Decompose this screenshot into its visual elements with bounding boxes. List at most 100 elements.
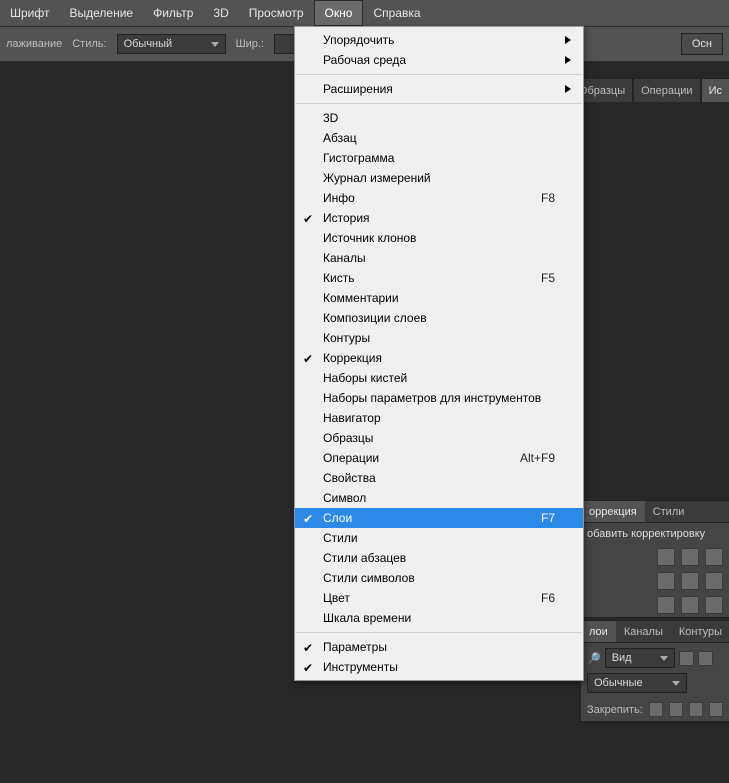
menu-item-история[interactable]: ✔ История — [295, 208, 583, 228]
style-select[interactable]: Обычный — [117, 34, 226, 54]
menu-item-label: Комментарии — [323, 291, 555, 305]
layer-filter-select[interactable]: Вид — [605, 648, 675, 668]
adjust-exposure-icon[interactable] — [657, 572, 675, 590]
panel-layers: лои Каналы Контуры 🔎 Вид Обычные Закрепи… — [580, 620, 729, 722]
menu-item-цвет[interactable]: ЦветF6 — [295, 588, 583, 608]
lock-transparency-icon[interactable] — [649, 702, 663, 717]
menu-item-label: Композиции слоев — [323, 311, 555, 325]
menu-item-label: Наборы кистей — [323, 371, 555, 385]
menu-item-label: Инструменты — [323, 660, 555, 674]
menu-item-образцы[interactable]: Образцы — [295, 428, 583, 448]
adjust-curves-icon[interactable] — [705, 548, 723, 566]
menu-filter[interactable]: Фильтр — [143, 0, 203, 26]
adjust-vibrance-icon[interactable] — [681, 572, 699, 590]
menu-item-label: Свойства — [323, 471, 555, 485]
menu-item-shortcut: Alt+F9 — [520, 451, 555, 465]
menu-item-label: Образцы — [323, 431, 555, 445]
menu-item-label: Кисть — [323, 271, 541, 285]
menu-item-комментарии[interactable]: Комментарии — [295, 288, 583, 308]
tab-paths[interactable]: Контуры — [671, 621, 729, 642]
menu-item-контуры[interactable]: Контуры — [295, 328, 583, 348]
menu-item-рабочая-среда[interactable]: Рабочая среда — [295, 50, 583, 70]
filter-adjust-icon[interactable] — [698, 651, 713, 666]
menu-item-label: Расширения — [323, 82, 555, 96]
menu-3d[interactable]: 3D — [203, 0, 238, 26]
adjust-brightness-icon[interactable] — [657, 548, 675, 566]
adjust-photofilter-icon[interactable] — [681, 596, 699, 614]
submenu-arrow-icon — [565, 36, 571, 44]
blend-mode-select[interactable]: Обычные — [587, 673, 687, 693]
tab-styles[interactable]: Стили — [645, 501, 693, 522]
menu-select[interactable]: Выделение — [59, 0, 143, 26]
tab-adjustments[interactable]: оррекция — [581, 501, 645, 522]
menu-item-label: Упорядочить — [323, 33, 555, 47]
tab-actions[interactable]: Операции — [633, 78, 700, 102]
chevron-down-icon — [672, 681, 680, 686]
panel-adjustments: оррекция Стили обавить корректировку — [580, 500, 729, 618]
menu-item-источник-клонов[interactable]: Источник клонов — [295, 228, 583, 248]
menu-item-label: Параметры — [323, 640, 555, 654]
menu-item-shortcut: F7 — [541, 511, 555, 525]
filter-pixel-icon[interactable] — [679, 651, 694, 666]
adjust-bw-icon[interactable] — [657, 596, 675, 614]
menu-item-инфо[interactable]: ИнфоF8 — [295, 188, 583, 208]
tab-channels[interactable]: Каналы — [616, 621, 671, 642]
smoothing-label: лаживание — [6, 38, 62, 50]
menu-item-упорядочить[interactable]: Упорядочить — [295, 30, 583, 50]
menu-view[interactable]: Просмотр — [239, 0, 314, 26]
menu-window[interactable]: Окно — [314, 0, 364, 26]
menu-item-shortcut: F5 — [541, 271, 555, 285]
menu-item-3d[interactable]: 3D — [295, 108, 583, 128]
menu-item-параметры[interactable]: ✔Параметры — [295, 637, 583, 657]
lock-pixels-icon[interactable] — [669, 702, 683, 717]
menu-item-журнал-измерений[interactable]: Журнал измерений — [295, 168, 583, 188]
menu-item-символ[interactable]: Символ — [295, 488, 583, 508]
menu-item-гистограмма[interactable]: Гистограмма — [295, 148, 583, 168]
lock-label: Закрепить: — [587, 704, 643, 716]
adjust-icons-row-3 — [581, 593, 729, 617]
chevron-down-icon — [211, 42, 219, 47]
menu-help[interactable]: Справка — [363, 0, 430, 26]
menu-item-коррекция[interactable]: ✔Коррекция — [295, 348, 583, 368]
adjust-icons-row-2 — [581, 569, 729, 593]
menu-item-операции[interactable]: ОперацииAlt+F9 — [295, 448, 583, 468]
menu-item-абзац[interactable]: Абзац — [295, 128, 583, 148]
menu-item-label: История — [323, 211, 555, 225]
lock-all-icon[interactable] — [709, 702, 723, 717]
adjust-channelmixer-icon[interactable] — [705, 596, 723, 614]
menu-item-инструменты[interactable]: ✔ Инструменты — [295, 657, 583, 677]
check-icon: ✔ — [303, 212, 313, 226]
tab-layers[interactable]: лои — [581, 621, 616, 642]
menu-bar: Шрифт Выделение Фильтр 3D Просмотр Окно … — [0, 0, 729, 26]
menu-item-label: Источник клонов — [323, 231, 555, 245]
basic-button[interactable]: Осн — [681, 33, 723, 55]
menu-item-расширения[interactable]: Расширения — [295, 79, 583, 99]
menu-item-шкала-времени[interactable]: Шкала времени — [295, 608, 583, 628]
menu-item-стили-символов[interactable]: Стили символов — [295, 568, 583, 588]
check-icon: ✔ — [303, 352, 313, 366]
tab-history[interactable]: Ис — [701, 78, 729, 102]
menu-item-свойства[interactable]: Свойства — [295, 468, 583, 488]
menu-item-стили[interactable]: Стили — [295, 528, 583, 548]
blend-mode-value: Обычные — [594, 677, 643, 689]
menu-item-label: Навигатор — [323, 411, 555, 425]
menu-item-стили-абзацев[interactable]: Стили абзацев — [295, 548, 583, 568]
layer-filter-value: Вид — [612, 652, 632, 664]
menu-item-слои[interactable]: ✔СлоиF7 — [295, 508, 583, 528]
menu-item-наборы-параметров-для-инструментов[interactable]: Наборы параметров для инструментов — [295, 388, 583, 408]
menu-font[interactable]: Шрифт — [0, 0, 59, 26]
menu-item-label: Стили абзацев — [323, 551, 555, 565]
menu-item-каналы[interactable]: Каналы — [295, 248, 583, 268]
adjust-hue-icon[interactable] — [705, 572, 723, 590]
menu-item-композиции-слоев[interactable]: Композиции слоев — [295, 308, 583, 328]
menu-item-кисть[interactable]: КистьF5 — [295, 268, 583, 288]
lock-position-icon[interactable] — [689, 702, 703, 717]
menu-item-label: Наборы параметров для инструментов — [323, 391, 555, 405]
menu-item-наборы-кистей[interactable]: Наборы кистей — [295, 368, 583, 388]
menu-item-label: Инфо — [323, 191, 541, 205]
adjust-levels-icon[interactable] — [681, 548, 699, 566]
menu-item-label: Стили символов — [323, 571, 555, 585]
menu-item-навигатор[interactable]: Навигатор — [295, 408, 583, 428]
menu-item-label: Шкала времени — [323, 611, 555, 625]
check-icon: ✔ — [303, 661, 313, 675]
